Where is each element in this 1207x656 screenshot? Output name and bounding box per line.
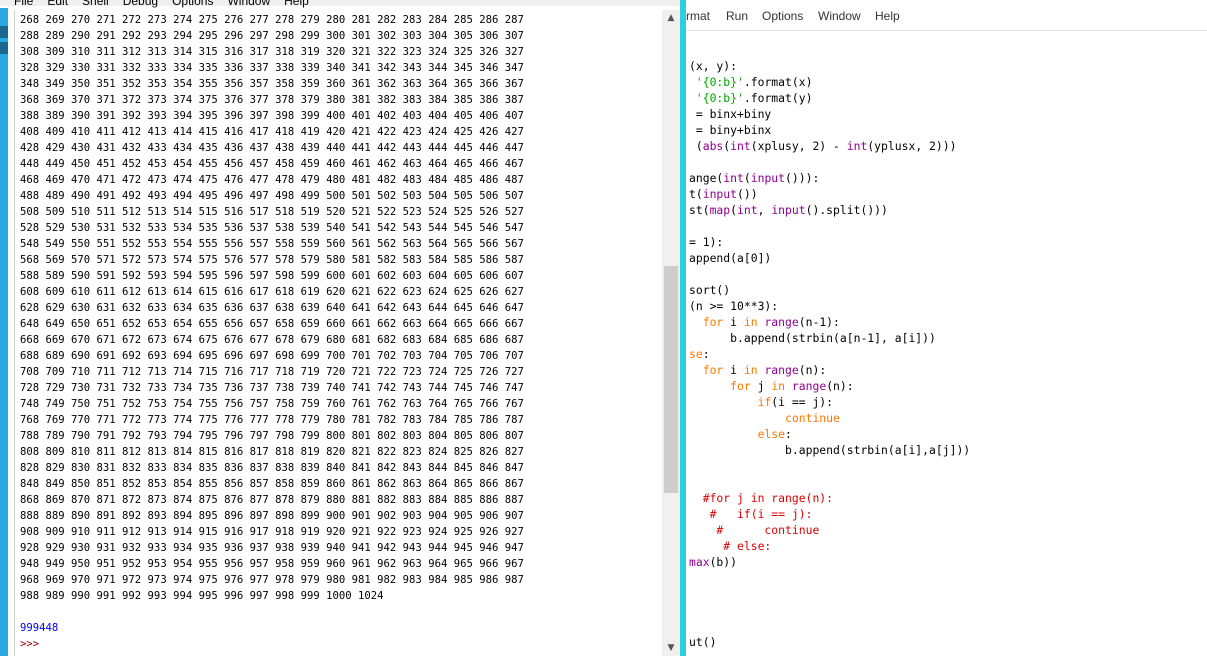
editor-window: rmat Run Options Window Help (x, y): '{0:b}'…: [686, 0, 1207, 656]
editor-menubar: rmat Run Options Window Help: [686, 0, 1207, 31]
editor-menu-window[interactable]: Window: [818, 9, 861, 23]
shell-output-tail: 1000 1024: [326, 590, 384, 602]
code-line: st(map(int, input().split())): [689, 203, 888, 217]
code-line: for i in range(n-1):: [702, 315, 840, 329]
shell-output-area[interactable]: 268 269 270 271 272 273 274 275 276 277 …: [14, 10, 661, 656]
shell-menu-shell[interactable]: Shell: [82, 0, 109, 7]
editor-menu-rmat[interactable]: rmat: [686, 9, 710, 23]
scrollbar-thumb[interactable]: [664, 265, 678, 493]
scroll-down-icon[interactable]: ▼: [662, 640, 680, 656]
python-shell-window: File Edit Shell Debug Options Window Help 268 …: [0, 0, 686, 656]
desktop-edge: [0, 8, 8, 656]
shell-menu-edit[interactable]: Edit: [47, 0, 68, 7]
code-line: continue: [785, 411, 840, 425]
code-line: #for j in range(n):: [689, 491, 834, 505]
code-line: ange(int(input())):: [689, 171, 820, 185]
code-line: (n >= 10**3):: [689, 299, 779, 313]
shell-menu-window[interactable]: Window: [227, 0, 270, 7]
code-line: = binx+biny: [689, 107, 772, 121]
code-line: = 1):: [689, 235, 724, 249]
code-line: (abs(int(xplusy, 2) - int(yplusx, 2))): [689, 139, 957, 153]
code-line: else:: [757, 427, 792, 441]
code-line: '{0:b}'.format(y): [695, 91, 813, 105]
shell-menu-file[interactable]: File: [14, 0, 33, 7]
code-line: t(input()): [689, 187, 758, 201]
code-line: for j in range(n):: [730, 379, 854, 393]
code-line: ut(): [689, 635, 717, 649]
editor-menu-help[interactable]: Help: [875, 9, 900, 23]
code-line: b.append(strbin(a[n-1], a[i])): [689, 331, 936, 345]
code-line: # continue: [689, 523, 820, 537]
code-line: # if(i == j):: [689, 507, 813, 521]
scroll-up-icon[interactable]: ▲: [662, 10, 680, 26]
code-line: for i in range(n):: [702, 363, 827, 377]
shell-result: 999448: [20, 622, 59, 634]
shell-scrollbar[interactable]: ▲ ▼: [662, 10, 680, 656]
code-line: append(a[0]): [689, 251, 772, 265]
shell-output-numbers: 268 269 270 271 272 273 274 275 276 277 …: [20, 14, 524, 602]
code-line: '{0:b}'.format(x): [695, 75, 813, 89]
shell-menu-debug[interactable]: Debug: [123, 0, 158, 7]
shell-menubar: File Edit Shell Debug Options Window Help: [0, 0, 686, 7]
editor-menu-run[interactable]: Run: [726, 9, 748, 23]
code-line: se:: [689, 347, 710, 361]
code-line: if(i == j):: [757, 395, 834, 409]
code-line: sort(): [689, 283, 731, 297]
code-line: = biny+binx: [689, 123, 772, 137]
editor-menu-options[interactable]: Options: [762, 9, 803, 23]
code-text: (x, y): '{0:b}'.format(x) '{0:b}'.format…: [686, 58, 1207, 650]
code-line: # else:: [689, 539, 772, 553]
desktop-edge-marker: [0, 26, 8, 38]
editor-code-area[interactable]: (x, y): '{0:b}'.format(x) '{0:b}'.format…: [686, 58, 1207, 650]
code-line: (x, y):: [689, 59, 738, 73]
code-line: max(b)): [689, 555, 738, 569]
code-line: b.append(strbin(a[i],a[j])): [689, 443, 971, 457]
desktop-edge-marker: [0, 42, 8, 54]
shell-menu-options[interactable]: Options: [172, 0, 213, 7]
shell-menu-help[interactable]: Help: [284, 0, 309, 7]
shell-prompt: >>>: [20, 638, 40, 650]
